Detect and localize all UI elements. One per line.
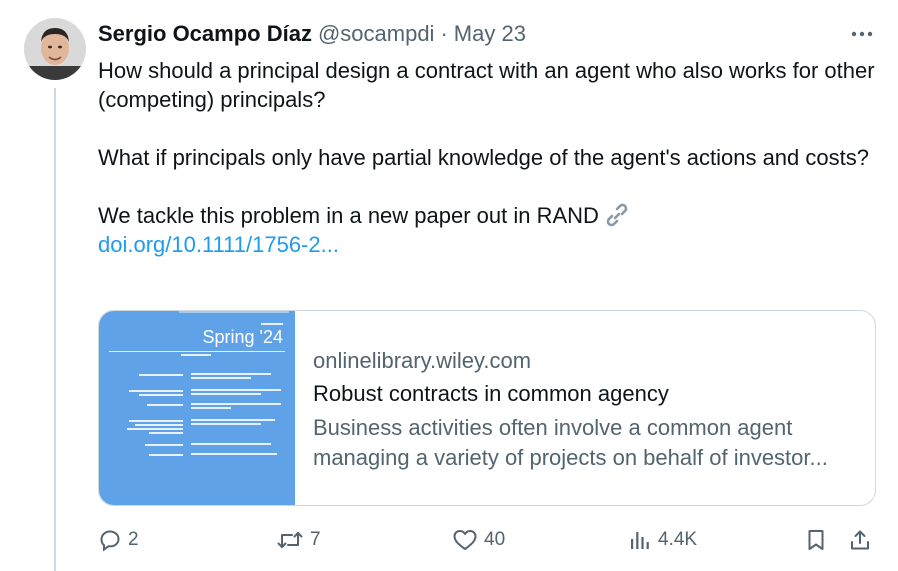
card-description-line-2: managing a variety of projects on behalf… xyxy=(313,445,828,470)
tweet-actions: 2 7 40 4.4K xyxy=(98,524,878,556)
link-icon xyxy=(606,203,628,227)
journal-cover-contents xyxy=(109,323,285,456)
tweet-text: How should a principal design a contract… xyxy=(98,56,878,259)
card-title: Robust contracts in common agency xyxy=(313,381,669,406)
tweet-date[interactable]: May 23 xyxy=(454,21,526,47)
author-handle[interactable]: @socampdi xyxy=(318,21,435,47)
retweet-button[interactable]: 7 xyxy=(276,524,321,556)
separator-dot: · xyxy=(440,21,448,46)
card-body: onlinelibrary.wiley.com Robust contracts… xyxy=(295,311,875,505)
like-button[interactable]: 40 xyxy=(452,524,505,556)
bookmark-button[interactable] xyxy=(804,524,828,556)
tweet-paragraph-1: How should a principal design a contract… xyxy=(98,58,875,112)
tweet-paragraph-3: We tackle this problem in a new paper ou… xyxy=(98,201,878,230)
reply-count: 2 xyxy=(128,529,139,550)
bookmark-icon xyxy=(808,530,824,550)
card-description: Business activities often involve a comm… xyxy=(313,413,863,473)
link-preview-card[interactable]: Spring '24 onlinelibrary.wiley.com Robus… xyxy=(98,310,876,506)
tweet-paragraph-3-text: We tackle this problem in a new paper ou… xyxy=(98,203,599,228)
tweet-paragraph-2: What if principals only have partial kno… xyxy=(98,145,869,170)
retweet-icon xyxy=(277,532,303,548)
card-description-line-1: Business activities often involve a comm… xyxy=(313,415,793,440)
views-count: 4.4K xyxy=(658,529,698,550)
views-button[interactable]: 4.4K xyxy=(628,524,697,556)
thread-line xyxy=(54,88,56,571)
doi-link[interactable]: doi.org/10.1111/1756-2... xyxy=(98,232,339,257)
card-thumbnail: Spring '24 xyxy=(99,311,295,505)
more-horizontal-icon xyxy=(851,31,873,37)
avatar-image xyxy=(24,18,86,80)
avatar[interactable] xyxy=(24,18,86,80)
reply-button[interactable]: 2 xyxy=(98,524,139,556)
like-count: 40 xyxy=(484,529,506,550)
card-domain: onlinelibrary.wiley.com xyxy=(313,348,532,373)
views-icon xyxy=(631,532,649,549)
reply-icon xyxy=(100,530,120,552)
like-icon xyxy=(453,530,477,550)
author-name[interactable]: Sergio Ocampo Díaz xyxy=(98,21,312,47)
tweet-header: Sergio Ocampo Díaz @socampdi · May 23 xyxy=(98,20,526,48)
retweet-count: 7 xyxy=(310,529,321,550)
share-button[interactable] xyxy=(848,524,872,556)
more-options-button[interactable] xyxy=(846,22,878,46)
share-icon xyxy=(851,530,869,550)
